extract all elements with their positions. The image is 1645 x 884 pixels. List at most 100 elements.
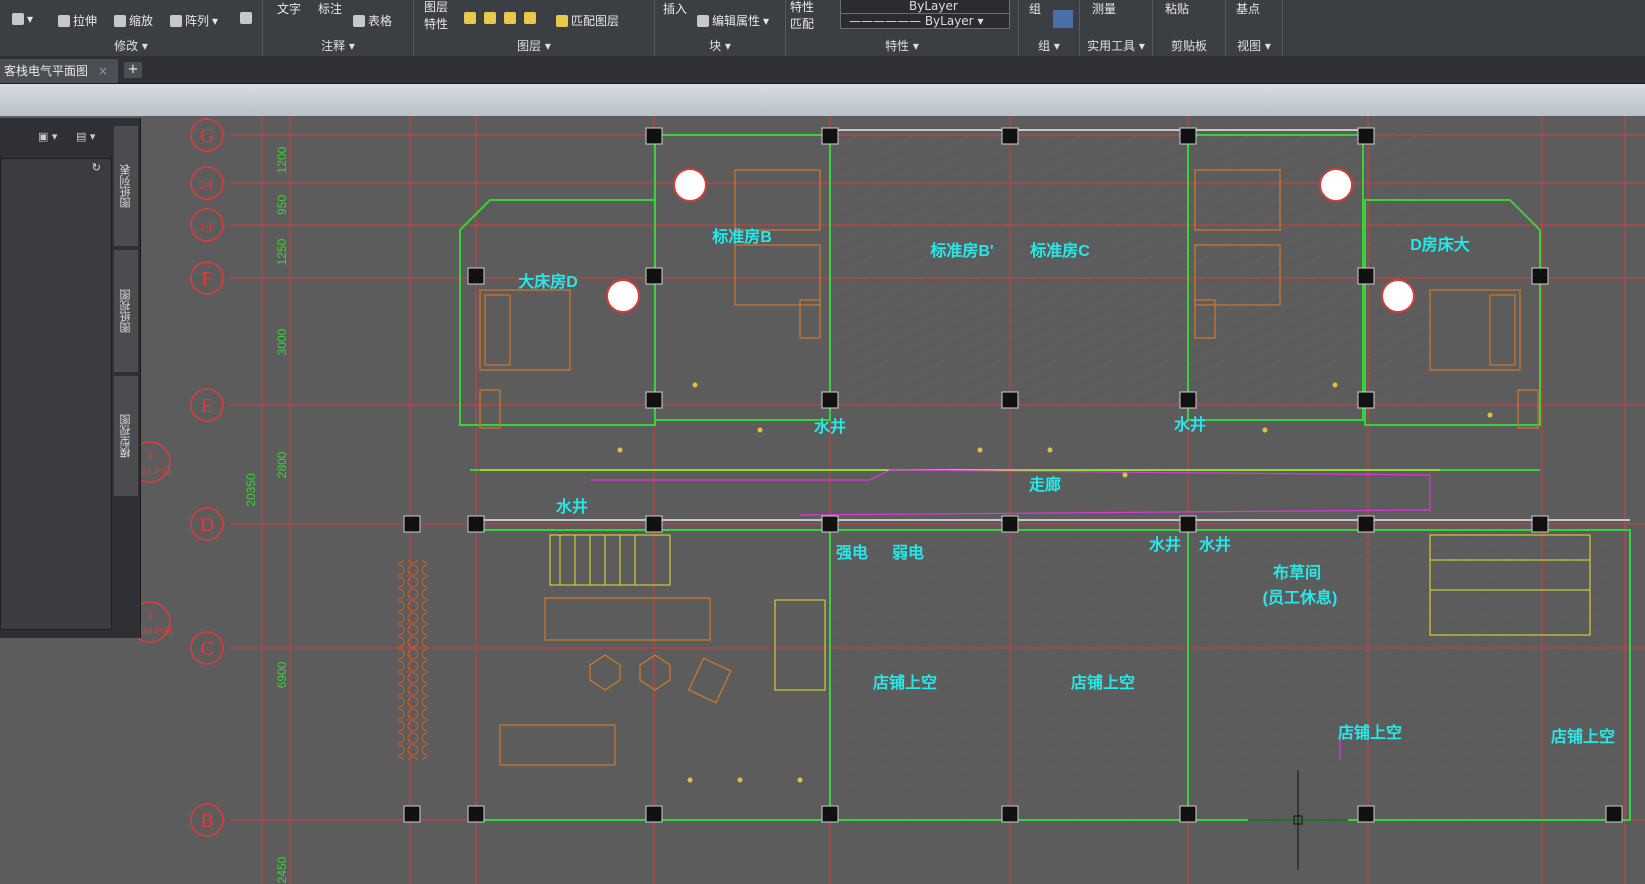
- dimension-text: 950: [275, 195, 289, 215]
- dimension-text: 6900: [275, 661, 289, 688]
- tab-sheet-list[interactable]: 图纸列表: [114, 126, 138, 246]
- annotate-group-label[interactable]: 注释 ▾: [263, 37, 413, 54]
- dimension-text: 1250: [275, 238, 289, 265]
- sheet-list-panel[interactable]: ↻: [0, 158, 112, 630]
- stretch-button[interactable]: 拉伸: [58, 12, 97, 29]
- clipboard-group: 粘贴 剪贴板: [1153, 0, 1226, 56]
- offset-button[interactable]: [240, 12, 252, 24]
- clipboard-group-label: 剪贴板: [1170, 39, 1207, 53]
- properties-group-label[interactable]: 特性 ▾: [786, 37, 1018, 54]
- table-button[interactable]: 表格: [353, 12, 392, 29]
- array-button[interactable]: 阵列 ▾: [170, 12, 218, 29]
- group-select-button[interactable]: [1053, 10, 1073, 28]
- palette-toolbar[interactable]: ▣ ▾ ▤ ▾: [0, 126, 110, 150]
- drawing-viewport[interactable]: G 2/F 1/F F E D C B 1 BF01.P01 1 BAB0.P0…: [0, 116, 1645, 884]
- dimension-lines: [290, 134, 330, 821]
- tab-sheet-views[interactable]: 图纸视图: [114, 250, 138, 372]
- document-tab[interactable]: 客栈电气平面图 ×: [0, 59, 118, 83]
- groups-group: 组 组 ▾: [1019, 0, 1080, 56]
- block-group-label[interactable]: 块 ▾: [655, 37, 785, 54]
- grid-label-c: C: [200, 638, 213, 660]
- block-group: 插入 编辑属性 ▾ 块 ▾: [655, 0, 786, 56]
- match-layer-icon: [556, 14, 568, 27]
- linetype-dropdown[interactable]: —————— ByLayer ▾: [840, 13, 1010, 29]
- select-window-button[interactable]: ▾: [12, 12, 33, 26]
- select-icon: [12, 13, 24, 25]
- close-icon[interactable]: ×: [98, 64, 108, 78]
- layer-properties-button[interactable]: 图层 特性: [424, 0, 448, 31]
- room-label: 水井: [1199, 535, 1231, 554]
- view-group: 基点 视图 ▾: [1226, 0, 1283, 56]
- room-label: 大床房D: [518, 272, 578, 291]
- layer-tools[interactable]: [464, 12, 536, 24]
- array-icon: [170, 14, 182, 27]
- layer-icon: [524, 12, 536, 24]
- room-label: 店铺上空: [1071, 673, 1135, 692]
- grid-label-e: E: [201, 395, 213, 417]
- measure-button[interactable]: 测量: [1092, 0, 1116, 17]
- sheet-set-palette: ▣ ▾ ▤ ▾ ↻ 图纸列表 图纸视图 模型视图: [0, 118, 141, 638]
- layer-icon: [464, 12, 476, 24]
- publish-icon[interactable]: ▤ ▾: [76, 130, 95, 143]
- hatch-area: [830, 530, 1620, 820]
- room-label: 水井: [556, 497, 588, 516]
- layers-group: 图层 特性 匹配图层 图层 ▾: [414, 0, 655, 56]
- room-label: 标准房C: [1029, 241, 1090, 260]
- groups-group-label[interactable]: 组 ▾: [1019, 37, 1079, 54]
- viewport-header-strip: [0, 84, 1645, 116]
- scale-icon: [114, 14, 126, 27]
- match-layer-button[interactable]: 匹配图层: [556, 12, 619, 29]
- group-button[interactable]: 组: [1029, 0, 1041, 17]
- hex-paving: [398, 560, 428, 760]
- floor-plan-drawing: G 2/F 1/F F E D C B 1 BF01.P01 1 BAB0.P0…: [127, 116, 1645, 884]
- dimension-text: 20350: [244, 473, 258, 507]
- new-tab-button[interactable]: +: [124, 62, 142, 78]
- room-label: 弱电: [892, 543, 924, 562]
- text-button[interactable]: 文字: [277, 0, 301, 17]
- grid-label-2f: 2/F: [199, 178, 215, 192]
- offset-icon: [240, 12, 252, 24]
- document-tab-bar: 客栈电气平面图 × +: [0, 56, 1645, 84]
- insert-block-button[interactable]: 插入: [663, 0, 687, 17]
- refresh-icon[interactable]: ↻: [92, 161, 101, 174]
- utilities-group-label[interactable]: 实用工具 ▾: [1080, 37, 1152, 54]
- view-group-label[interactable]: 视图 ▾: [1226, 37, 1282, 54]
- callout-number: 1: [147, 450, 153, 461]
- room-label: 强电: [836, 543, 868, 562]
- dimension-text: 1200: [275, 146, 289, 173]
- utilities-group: 测量 实用工具 ▾: [1080, 0, 1153, 56]
- room-label: 店铺上空: [873, 673, 937, 692]
- room-label: 走廊: [1028, 475, 1061, 494]
- room-label: 标准房B: [711, 227, 772, 246]
- match-properties-button[interactable]: 特性 匹配: [790, 0, 814, 31]
- dimension-text: 2800: [275, 451, 289, 478]
- room-label: 水井: [1174, 415, 1206, 434]
- room-label: (员工休息): [1263, 588, 1338, 607]
- edit-attribute-icon: [697, 14, 709, 27]
- annotate-group: 文字 标注 表格 注释 ▾: [263, 0, 414, 56]
- ribbon: ▾ 拉伸 缩放 阵列 ▾ 修改 ▾ 文字 标注 表格 注释 ▾ 图层 特性 匹配图…: [0, 0, 1645, 56]
- scale-button[interactable]: 缩放: [114, 12, 153, 29]
- dimension-button[interactable]: 标注: [318, 0, 342, 17]
- paste-button[interactable]: 粘贴: [1165, 0, 1189, 17]
- modify-group-label[interactable]: 修改 ▾: [0, 37, 262, 54]
- room-label: D房床大: [1410, 235, 1470, 254]
- layer-icon: [484, 12, 496, 24]
- layers-group-label[interactable]: 图层 ▾: [414, 37, 654, 54]
- tab-model-views[interactable]: 模型视图: [114, 376, 138, 496]
- room-label: 水井: [814, 417, 846, 436]
- room-label: 店铺上空: [1551, 727, 1615, 746]
- room-label: 店铺上空: [1338, 723, 1402, 742]
- grid-label-f: F: [201, 268, 212, 290]
- room-label: 水井: [1149, 535, 1181, 554]
- edit-attributes-button[interactable]: 编辑属性 ▾: [697, 12, 769, 29]
- callout-number: 1: [147, 610, 153, 621]
- dimension-text: 2450: [275, 856, 289, 883]
- lineweight-dropdown[interactable]: ByLayer: [840, 0, 1010, 14]
- layer-icon: [504, 12, 516, 24]
- base-point-button[interactable]: 基点: [1236, 0, 1260, 17]
- grid-label-d: D: [200, 514, 214, 536]
- properties-group: 特性 匹配 ByLayer —————— ByLayer ▾ 特性 ▾: [786, 0, 1019, 56]
- print-icon[interactable]: ▣ ▾: [38, 130, 57, 143]
- grid-label-1f: 1/F: [199, 220, 215, 234]
